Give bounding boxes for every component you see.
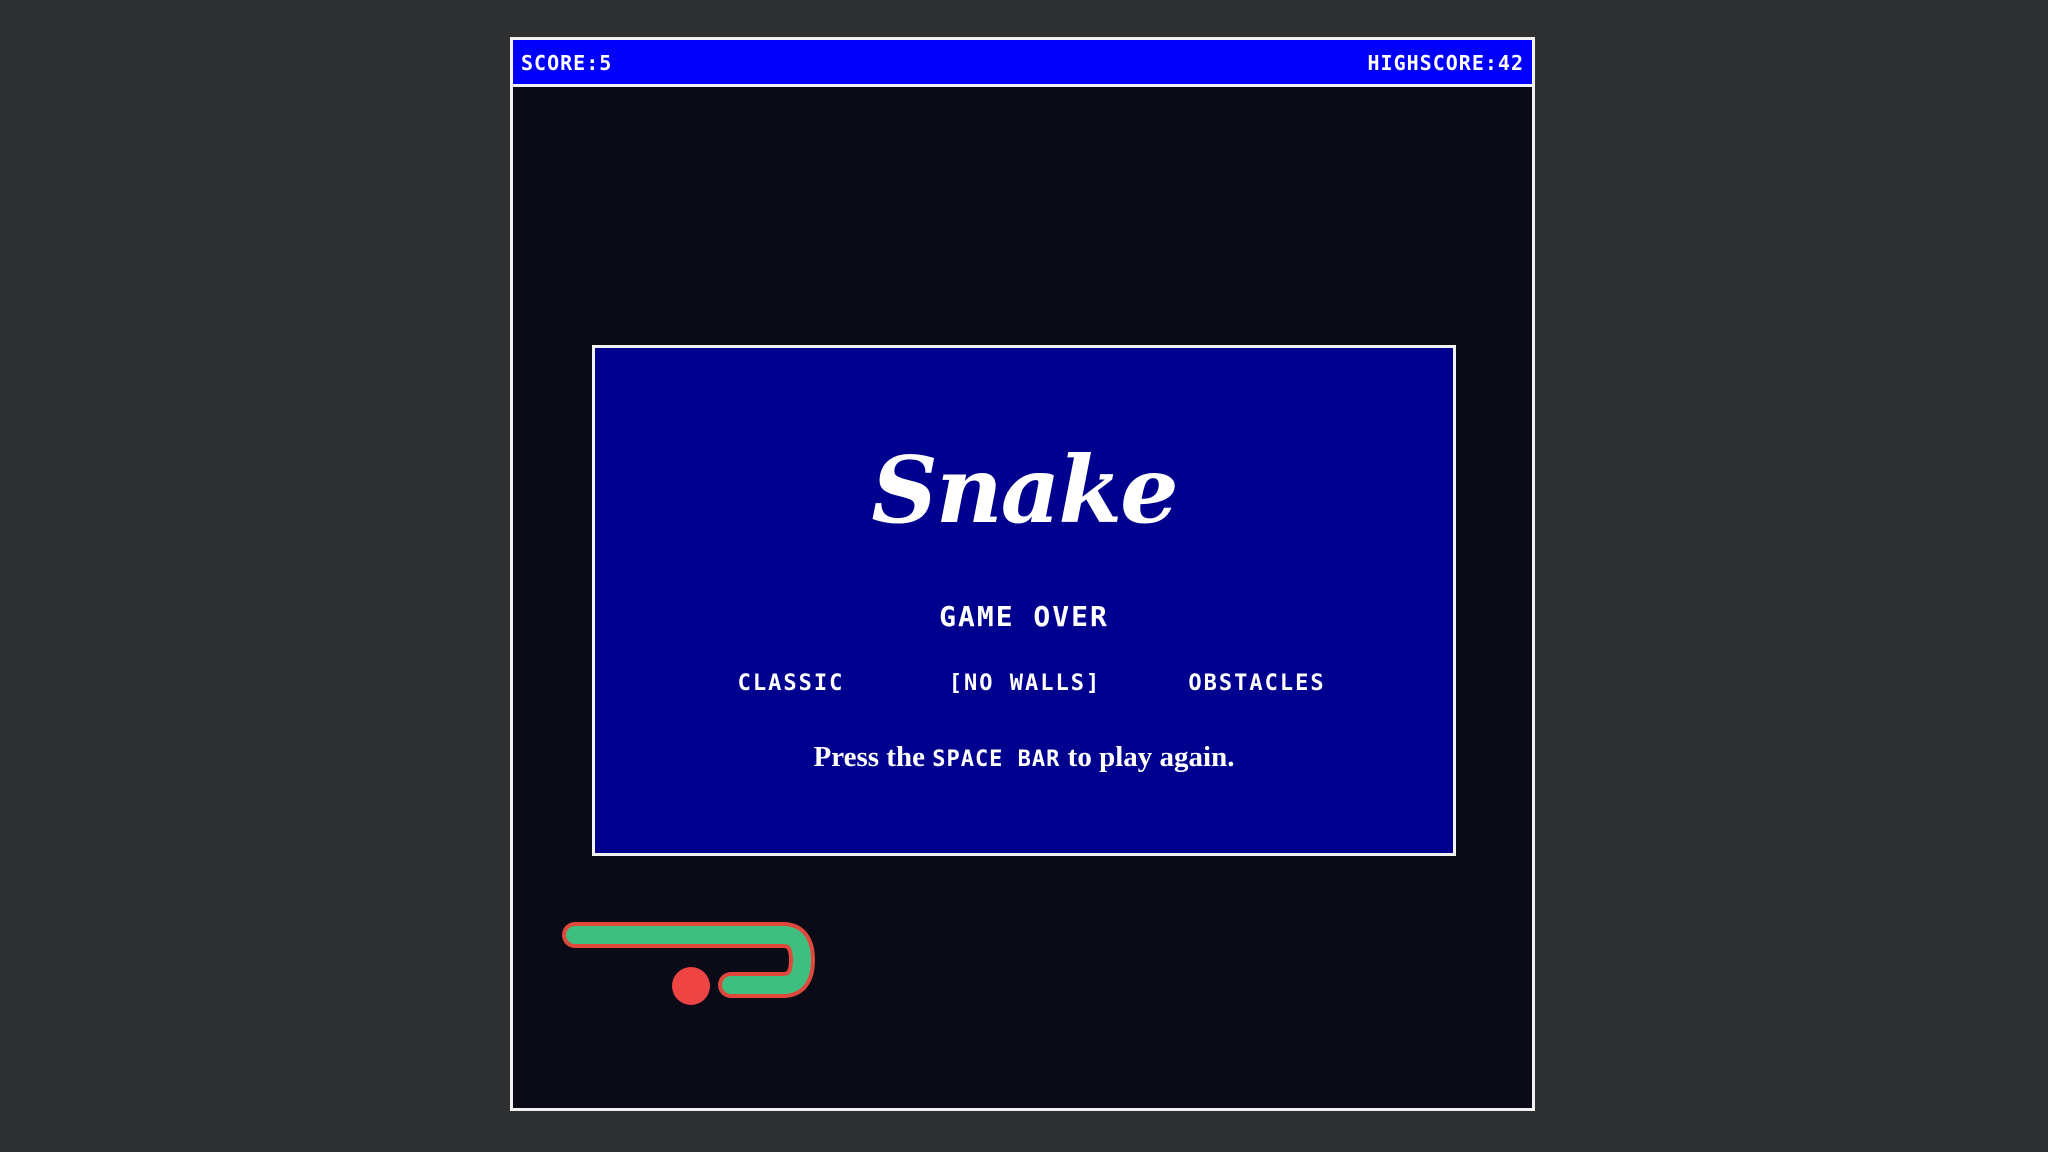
- space-bar-key-label: SPACE BAR: [932, 747, 1061, 772]
- mode-classic-option[interactable]: CLASSIC: [738, 671, 845, 696]
- mode-no-walls-option[interactable]: [NO WALLS]: [949, 671, 1101, 696]
- game-over-label: GAME OVER: [939, 600, 1109, 633]
- play-again-prompt: Press the SPACE BAR to play again.: [595, 741, 1453, 774]
- mode-obstacles-option[interactable]: OBSTACLES: [1188, 671, 1325, 696]
- mode-selector: CLASSIC [NO WALLS] OBSTACLES: [595, 671, 1453, 701]
- food-icon: [672, 967, 710, 1005]
- game-board: SCORE:5 HIGHSCORE:42 Snake GAME OVER CLA…: [510, 37, 1535, 1111]
- prompt-text-before: Press the: [813, 741, 933, 773]
- game-title: Snake: [871, 436, 1178, 544]
- prompt-text-after: to play again.: [1060, 741, 1235, 773]
- game-over-dialog: Snake GAME OVER CLASSIC [NO WALLS] OBSTA…: [592, 345, 1456, 856]
